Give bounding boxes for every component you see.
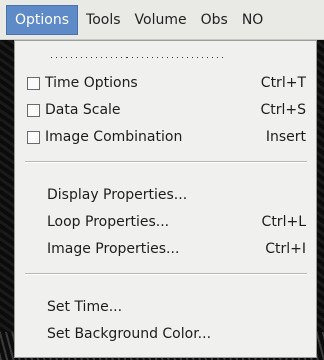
menu-item-data-scale[interactable]: Data Scale Ctrl+S (15, 97, 316, 123)
menu-separator (25, 161, 307, 163)
menu-item-label: Time Options (45, 75, 138, 91)
menu-obs[interactable]: Obs (201, 8, 228, 32)
menu-item-image-combination[interactable]: Image Combination Insert (15, 124, 316, 150)
menu-tools[interactable]: Tools (86, 8, 121, 32)
menu-item-shortcut: Insert (265, 129, 306, 145)
menu-item-shortcut: Ctrl+S (260, 102, 306, 118)
menu-item-set-time[interactable]: Set Time... (15, 294, 316, 320)
menu-item-time-options[interactable]: Time Options Ctrl+T (15, 70, 316, 96)
menu-item-shortcut: Ctrl+T (260, 75, 306, 91)
menu-options[interactable]: Options (6, 4, 79, 35)
menu-item-label: Image Properties... (47, 241, 180, 257)
menu-bar: Options Tools Volume Obs NO (0, 0, 324, 40)
menu-item-set-background-color[interactable]: Set Background Color... (15, 321, 316, 347)
menu-item-label: Image Combination (45, 129, 183, 145)
checkbox-icon[interactable] (27, 130, 40, 144)
menu-no[interactable]: NO (242, 8, 264, 32)
menu-item-image-properties[interactable]: Image Properties... Ctrl+I (15, 236, 316, 262)
checkbox-icon[interactable] (27, 103, 40, 117)
menu-item-shortcut: Ctrl+L (261, 214, 306, 230)
menu-item-display-properties[interactable]: Display Properties... (15, 182, 316, 208)
menu-item-label: Set Time... (47, 299, 123, 315)
menu-item-label: Loop Properties... (47, 214, 170, 230)
menu-item-loop-properties[interactable]: Loop Properties... Ctrl+L (15, 209, 316, 235)
tearoff-line[interactable] (51, 55, 224, 61)
options-menu: Time Options Ctrl+T Data Scale Ctrl+S Im… (14, 40, 317, 358)
menu-item-label: Display Properties... (47, 187, 188, 203)
checkbox-icon[interactable] (27, 76, 40, 90)
menu-item-label: Data Scale (45, 102, 121, 118)
menu-separator (25, 273, 307, 275)
menu-item-shortcut: Ctrl+I (265, 241, 306, 257)
menu-item-label: Set Background Color... (47, 326, 212, 342)
menu-volume[interactable]: Volume (135, 8, 187, 32)
